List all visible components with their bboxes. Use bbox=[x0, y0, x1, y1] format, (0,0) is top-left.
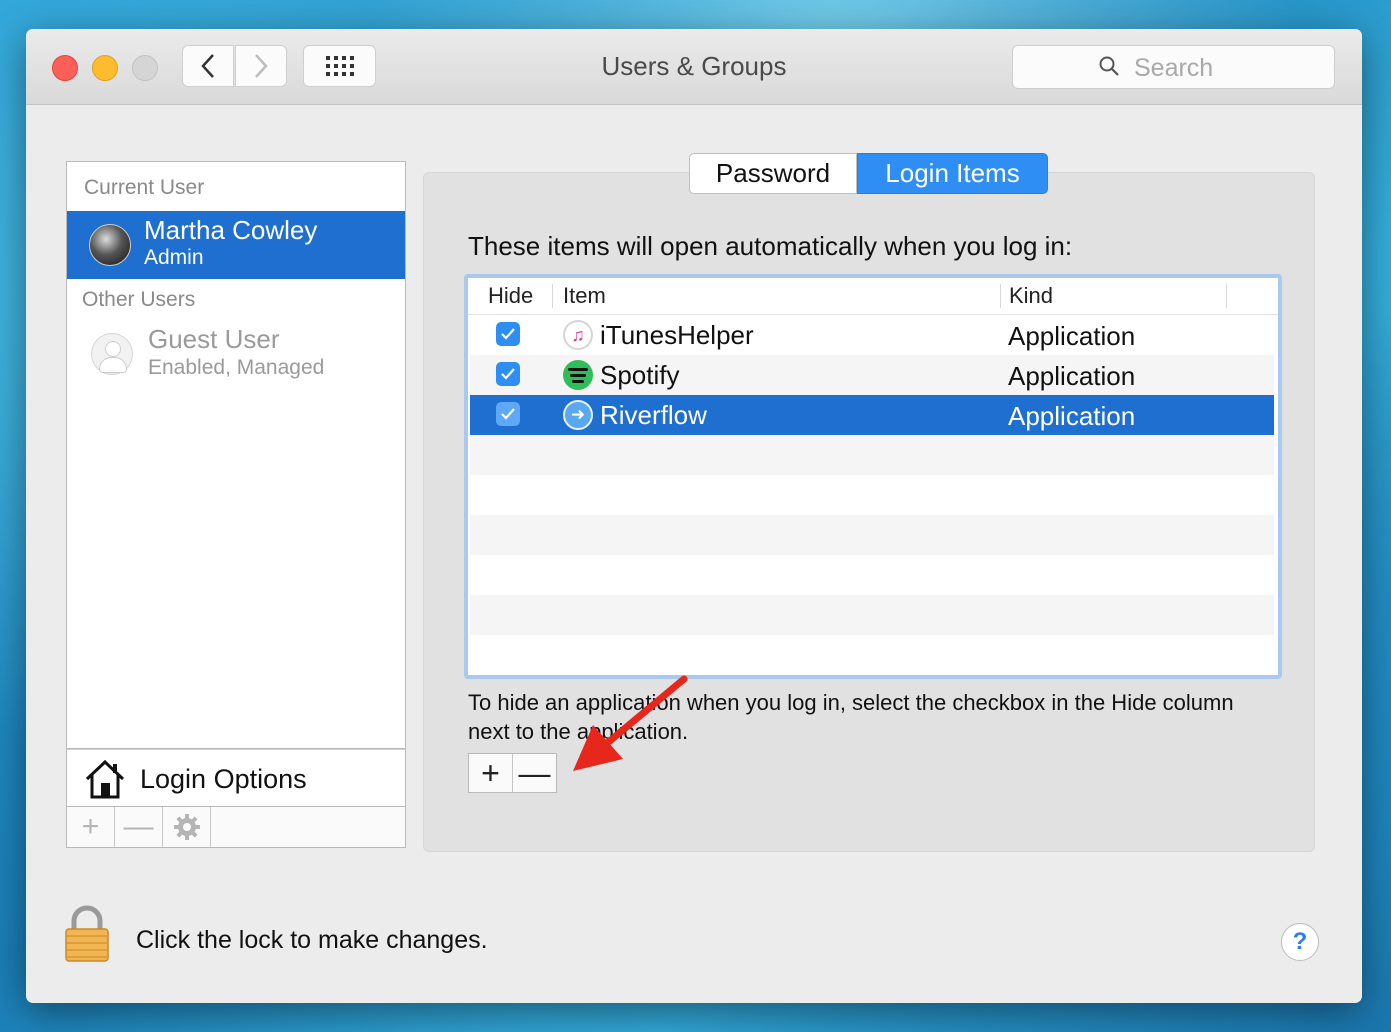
spotify-icon bbox=[563, 360, 593, 390]
table-row[interactable]: ➜ Riverflow Application bbox=[470, 395, 1274, 435]
remove-user-button[interactable]: — bbox=[115, 807, 163, 847]
action-button[interactable] bbox=[163, 807, 211, 847]
item-name: Spotify bbox=[600, 360, 680, 390]
search-icon bbox=[1099, 56, 1119, 76]
user-list-toolbar: + — bbox=[66, 807, 406, 848]
help-button[interactable]: ? bbox=[1281, 923, 1319, 961]
lock-icon[interactable] bbox=[64, 905, 110, 963]
empty-row bbox=[470, 595, 1274, 635]
itunes-icon: ♫ bbox=[563, 320, 593, 350]
checkmark-icon bbox=[501, 328, 515, 340]
checkmark-icon bbox=[501, 408, 515, 420]
current-user-heading: Current User bbox=[84, 176, 205, 199]
column-hide[interactable]: Hide bbox=[488, 283, 533, 309]
annotation-arrow-icon bbox=[573, 675, 688, 771]
login-options-item[interactable]: Login Options bbox=[66, 749, 406, 807]
tab-login-items[interactable]: Login Items bbox=[857, 153, 1048, 194]
table-row[interactable]: Spotify Application bbox=[470, 355, 1274, 395]
table-header: Hide Item Kind bbox=[468, 278, 1278, 315]
search-placeholder: Search bbox=[1134, 54, 1214, 82]
item-kind: Application bbox=[1008, 401, 1136, 431]
guest-avatar bbox=[91, 333, 133, 375]
gear-icon bbox=[173, 814, 200, 840]
search-field[interactable]: Search bbox=[1012, 45, 1335, 89]
riverflow-icon: ➜ bbox=[563, 400, 593, 430]
guest-user-name: Guest User bbox=[148, 324, 280, 354]
house-icon bbox=[85, 759, 125, 799]
column-kind[interactable]: Kind bbox=[1009, 283, 1053, 309]
column-item[interactable]: Item bbox=[563, 283, 606, 309]
empty-row bbox=[470, 555, 1274, 595]
avatar bbox=[89, 224, 131, 266]
login-options-label: Login Options bbox=[140, 764, 307, 794]
hide-checkbox[interactable] bbox=[496, 362, 520, 386]
add-login-item-button[interactable]: + bbox=[469, 754, 513, 792]
add-user-button[interactable]: + bbox=[67, 807, 115, 847]
item-kind: Application bbox=[1008, 321, 1136, 351]
tab-password[interactable]: Password bbox=[689, 153, 857, 194]
tab-bar: Password Login Items bbox=[689, 153, 1048, 194]
user-role: Admin bbox=[144, 246, 204, 269]
table-row[interactable]: ♫ iTunesHelper Application bbox=[470, 315, 1274, 355]
login-items-intro: These items will open automatically when… bbox=[468, 231, 1073, 261]
checkmark-icon bbox=[501, 368, 515, 380]
user-list[interactable]: Current User Martha Cowley Admin Other U… bbox=[66, 161, 406, 749]
hide-checkbox[interactable] bbox=[496, 322, 520, 346]
lock-message: Click the lock to make changes. bbox=[136, 926, 488, 954]
login-items-table[interactable]: Hide Item Kind ♫ iTunesHelper Applicatio… bbox=[464, 274, 1282, 679]
column-divider bbox=[1226, 284, 1227, 308]
preferences-window: Users & Groups Search Current User Marth… bbox=[26, 29, 1362, 1003]
title-bar: Users & Groups Search bbox=[26, 29, 1362, 105]
empty-row bbox=[470, 635, 1274, 675]
guest-user-status: Enabled, Managed bbox=[148, 356, 325, 379]
item-name: Riverflow bbox=[600, 400, 707, 430]
empty-row bbox=[470, 475, 1274, 515]
item-name: iTunesHelper bbox=[600, 320, 754, 350]
column-divider bbox=[1000, 284, 1001, 308]
login-items-toolbar: + — bbox=[468, 753, 557, 793]
user-item-martha-cowley[interactable]: Martha Cowley Admin bbox=[67, 211, 405, 279]
empty-row bbox=[470, 435, 1274, 475]
user-name: Martha Cowley bbox=[144, 215, 318, 245]
item-kind: Application bbox=[1008, 361, 1136, 391]
empty-row bbox=[470, 515, 1274, 555]
remove-login-item-button[interactable]: — bbox=[513, 754, 556, 792]
other-users-heading: Other Users bbox=[82, 288, 196, 311]
column-divider bbox=[552, 284, 553, 308]
hide-checkbox[interactable] bbox=[496, 402, 520, 426]
